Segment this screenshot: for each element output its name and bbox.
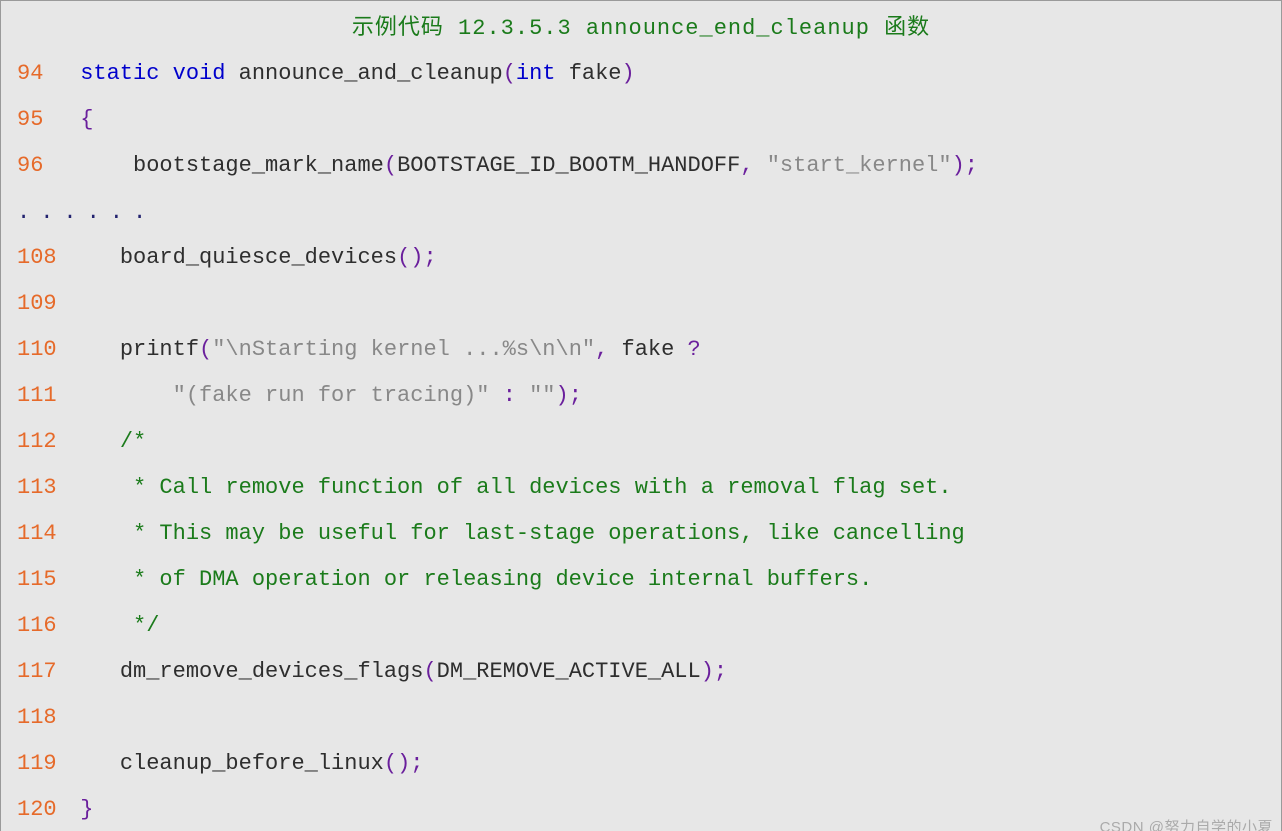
- code-line: 94 static void announce_and_cleanup(int …: [5, 51, 1277, 97]
- ternary-question: ?: [688, 337, 701, 362]
- function-call: dm_remove_devices_flags: [120, 659, 424, 684]
- string-literal: "(fake run for tracing)": [173, 383, 490, 408]
- string-literal: "": [529, 383, 555, 408]
- argument: DM_REMOVE_ACTIVE_ALL: [437, 659, 701, 684]
- comment: * This may be useful for last-stage oper…: [120, 521, 965, 546]
- code-line: 110 printf("\nStarting kernel ...%s\n\n"…: [5, 327, 1277, 373]
- code-line: 116 */: [5, 603, 1277, 649]
- comment: */: [120, 613, 160, 638]
- argument: BOOTSTAGE_ID_BOOTM_HANDOFF: [397, 153, 740, 178]
- function-call: cleanup_before_linux: [120, 751, 384, 776]
- line-number: 94: [5, 51, 67, 97]
- code-line: 109: [5, 281, 1277, 327]
- line-number: 118: [5, 695, 67, 741]
- function-call: board_quiesce_devices: [120, 245, 397, 270]
- code-line: 108 board_quiesce_devices();: [5, 235, 1277, 281]
- code-line: 118: [5, 695, 1277, 741]
- code-line: 96 bootstage_mark_name(BOOTSTAGE_ID_BOOT…: [5, 143, 1277, 189]
- code-line: 114 * This may be useful for last-stage …: [5, 511, 1277, 557]
- line-number: 119: [5, 741, 67, 787]
- string-literal: "start_kernel": [767, 153, 952, 178]
- keyword-static: static: [80, 61, 159, 86]
- code-line: 95 {: [5, 97, 1277, 143]
- keyword-void: void: [173, 61, 226, 86]
- line-number: 108: [5, 235, 67, 281]
- watermark: CSDN @努力自学的小夏: [1100, 816, 1273, 831]
- close-brace: }: [80, 797, 93, 822]
- function-call: bootstage_mark_name: [133, 153, 384, 178]
- comment: * of DMA operation or releasing device i…: [120, 567, 873, 592]
- line-number: 113: [5, 465, 67, 511]
- line-number: 112: [5, 419, 67, 465]
- comment: /*: [120, 429, 146, 454]
- code-title: 示例代码 12.3.5.3 announce_end_cleanup 函数: [5, 7, 1277, 51]
- line-number: 115: [5, 557, 67, 603]
- argument: fake: [622, 337, 675, 362]
- line-number: 96: [5, 143, 67, 189]
- code-line: 115 * of DMA operation or releasing devi…: [5, 557, 1277, 603]
- open-brace: {: [80, 107, 93, 132]
- line-number: 111: [5, 373, 67, 419]
- code-block: 示例代码 12.3.5.3 announce_end_cleanup 函数 94…: [0, 0, 1282, 831]
- code-line: 117 dm_remove_devices_flags(DM_REMOVE_AC…: [5, 649, 1277, 695]
- line-number: 109: [5, 281, 67, 327]
- code-line: 120 }: [5, 787, 1277, 831]
- code-line: 111 "(fake run for tracing)" : "");: [5, 373, 1277, 419]
- code-line: 113 * Call remove function of all device…: [5, 465, 1277, 511]
- line-number: 120: [5, 787, 67, 831]
- string-literal: "\nStarting kernel ...%s\n\n": [212, 337, 595, 362]
- ellipsis-row: ......: [5, 189, 1277, 235]
- line-number: 95: [5, 97, 67, 143]
- line-number: 110: [5, 327, 67, 373]
- comment: * Call remove function of all devices wi…: [120, 475, 952, 500]
- code-line: 119 cleanup_before_linux();: [5, 741, 1277, 787]
- line-number: 116: [5, 603, 67, 649]
- line-number: 117: [5, 649, 67, 695]
- code-line: 112 /*: [5, 419, 1277, 465]
- function-call: printf: [120, 337, 199, 362]
- keyword-int: int: [516, 61, 556, 86]
- function-name: announce_and_cleanup: [239, 61, 503, 86]
- line-number: 114: [5, 511, 67, 557]
- ternary-colon: :: [503, 383, 516, 408]
- param-name: fake: [569, 61, 622, 86]
